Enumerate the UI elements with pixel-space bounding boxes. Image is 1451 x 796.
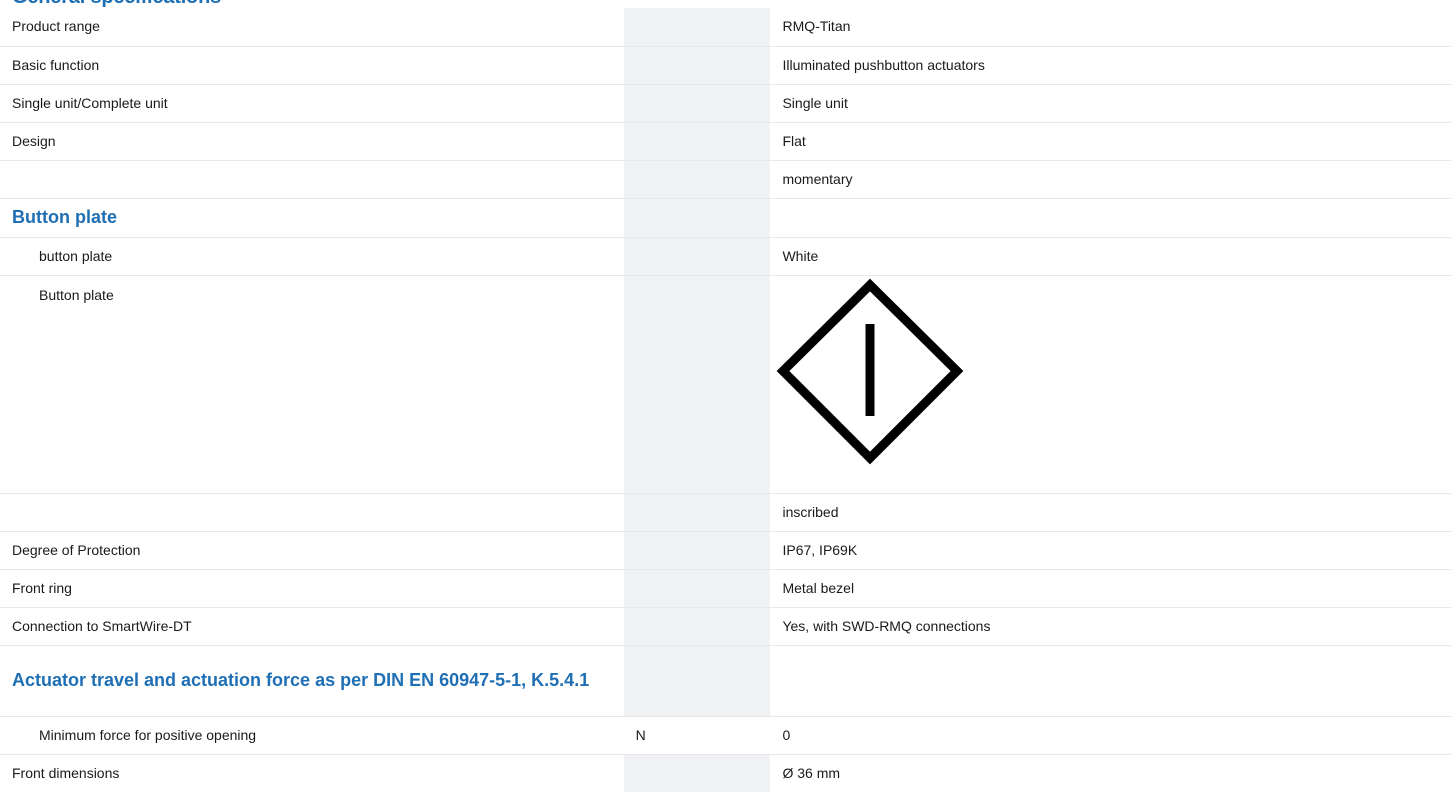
- unit-spacer: [716, 122, 771, 161]
- section-title: Button plate: [0, 198, 624, 238]
- row-unit: [623, 46, 717, 85]
- row-value: momentary: [770, 160, 1451, 199]
- section-row: Actuator travel and actuation force as p…: [0, 645, 1451, 717]
- row-unit: [623, 122, 717, 161]
- row-label: Connection to SmartWire-DT: [0, 607, 624, 646]
- table-row: button plate White: [0, 237, 1451, 276]
- row-value: Single unit: [770, 84, 1451, 123]
- row-unit: [623, 569, 717, 608]
- row-value: [770, 275, 1451, 494]
- row-label: Single unit/Complete unit: [0, 84, 624, 123]
- table-row: Single unit/Complete unit Single unit: [0, 84, 1451, 123]
- row-value: Flat: [770, 122, 1451, 161]
- row-value: Yes, with SWD-RMQ connections: [770, 607, 1451, 646]
- row-value: Ø 36 mm: [782, 764, 841, 781]
- row-value: [770, 645, 1451, 717]
- unit-spacer: [716, 237, 771, 276]
- row-label: Front ring: [0, 569, 624, 608]
- unit-spacer: [716, 198, 771, 238]
- row-label: Minimum force for positive opening: [0, 716, 624, 755]
- table-row: Minimum force for positive opening N 0: [0, 716, 1451, 755]
- row-unit: [623, 531, 717, 570]
- row-unit: [623, 493, 717, 532]
- row-unit: [623, 607, 717, 646]
- row-value: White: [770, 237, 1451, 276]
- row-label: Design: [0, 122, 624, 161]
- row-unit: N: [623, 716, 717, 755]
- row-label: button plate: [0, 237, 624, 276]
- row-value: Illuminated pushbutton actuators: [770, 46, 1451, 85]
- unit-spacer: [716, 46, 771, 85]
- row-value: IP67, IP69K: [770, 531, 1451, 570]
- row-label: Basic function: [0, 46, 624, 85]
- row-value: Metal bezel: [770, 569, 1451, 608]
- table-row: Front ring Metal bezel: [0, 569, 1451, 608]
- section-row: Button plate: [0, 198, 1451, 238]
- table-row: Button plate: [0, 275, 1451, 494]
- diamond-with-vertical-bar-icon: [775, 276, 965, 466]
- spec-table: Product range RMQ-Titan Basic function I…: [0, 8, 1451, 792]
- row-label: Product range: [0, 8, 624, 47]
- section-title: Actuator travel and actuation force as p…: [0, 645, 624, 717]
- row-unit: [623, 237, 717, 276]
- unit-spacer: [716, 716, 771, 755]
- row-value: inscribed: [770, 493, 1451, 532]
- row-unit: [623, 160, 717, 199]
- row-unit: [623, 8, 717, 47]
- row-unit: [623, 645, 717, 717]
- unit-spacer: [716, 160, 771, 199]
- row-unit: [623, 754, 717, 792]
- table-row: Product range RMQ-Titan: [0, 8, 1451, 47]
- table-row: Basic function Illuminated pushbutton ac…: [0, 46, 1451, 85]
- unit-spacer: [716, 607, 771, 646]
- table-row: momentary: [0, 160, 1451, 199]
- table-row: Design Flat: [0, 122, 1451, 161]
- unit-spacer: [716, 84, 771, 123]
- row-label: Front dimensions: [12, 764, 120, 781]
- table-row: Degree of Protection IP67, IP69K: [0, 531, 1451, 570]
- section-heading-partial: General specifications: [12, 0, 221, 8]
- row-label: Degree of Protection: [0, 531, 624, 570]
- row-unit: [623, 198, 717, 238]
- unit-spacer: [716, 645, 771, 717]
- row-label: [0, 493, 624, 532]
- row-unit: [623, 84, 717, 123]
- table-row: Front dimensions Ø 36 mm: [0, 754, 1451, 792]
- unit-spacer: [716, 8, 771, 47]
- row-value: 0: [770, 716, 1451, 755]
- unit-spacer: [716, 569, 771, 608]
- row-unit: [623, 275, 717, 494]
- table-row: inscribed: [0, 493, 1451, 532]
- row-label: [0, 160, 624, 199]
- table-row: Connection to SmartWire-DT Yes, with SWD…: [0, 607, 1451, 646]
- row-value: [770, 198, 1451, 238]
- unit-spacer: [716, 493, 771, 532]
- row-value: RMQ-Titan: [770, 8, 1451, 47]
- unit-spacer: [716, 754, 771, 792]
- unit-spacer: [716, 275, 771, 494]
- row-label: Button plate: [0, 275, 624, 494]
- unit-spacer: [716, 531, 771, 570]
